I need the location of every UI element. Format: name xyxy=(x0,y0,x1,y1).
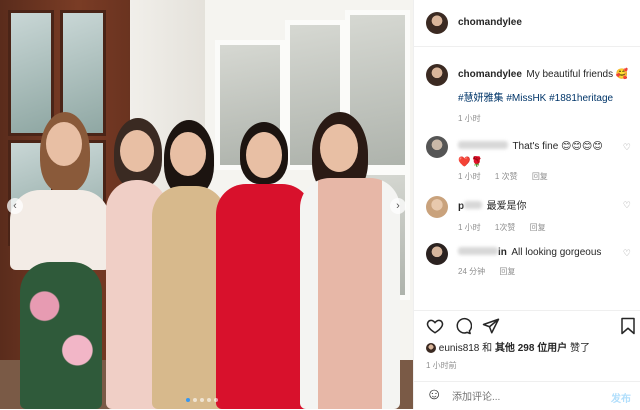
post-photo[interactable]: ‹ › xyxy=(0,0,413,409)
likes-conj: 和 xyxy=(482,343,493,354)
comment-input[interactable] xyxy=(450,388,594,406)
comment-time: 1 小时 xyxy=(458,223,481,232)
comment-text: That's fine 😊😊😊😊 xyxy=(512,141,603,152)
liker-avatar[interactable] xyxy=(426,343,436,354)
post-panel: chomandylee chomandylee My beautiful fri… xyxy=(413,0,640,409)
person-1 xyxy=(2,112,112,409)
comment-text: 最爱是你 xyxy=(486,201,527,212)
share-icon[interactable] xyxy=(482,317,500,335)
comment-text-line2: ❤️🌹 xyxy=(458,157,483,168)
comment-time: 1 小时 xyxy=(458,172,481,181)
carousel-indicator xyxy=(186,398,218,402)
likes-unit[interactable]: 位用户 xyxy=(537,343,567,354)
emoji-icon[interactable]: ☺ xyxy=(426,386,442,404)
comment-likes[interactable]: 1次赞 xyxy=(495,223,515,232)
comment-username-blurred[interactable] xyxy=(458,246,498,255)
comment-like-icon[interactable]: ♡ xyxy=(623,200,631,211)
next-photo-button[interactable]: › xyxy=(390,198,406,214)
prev-photo-button[interactable]: ‹ xyxy=(7,198,23,214)
likes-others[interactable]: 其他 xyxy=(495,343,515,354)
post-time: 1 小时前 xyxy=(426,361,457,370)
author-avatar[interactable] xyxy=(426,12,448,34)
likes-summary: eunis818 和 其他 298 位用户 赞了 xyxy=(426,339,590,354)
comment-time: 24 分钟 xyxy=(458,267,486,276)
likes-count[interactable]: 298 xyxy=(518,343,535,354)
comment-likes[interactable]: 1 次赞 xyxy=(495,172,518,181)
comment-avatar[interactable] xyxy=(426,136,448,158)
comment-text: All looking gorgeous xyxy=(511,247,602,258)
comment-icon[interactable] xyxy=(454,317,472,335)
comment-username-blurred[interactable] xyxy=(458,140,508,149)
heart-icon[interactable] xyxy=(426,317,444,335)
comment-reply[interactable]: 回复 xyxy=(530,223,546,232)
comment-reply[interactable]: 回复 xyxy=(499,267,515,276)
comment-like-icon[interactable]: ♡ xyxy=(623,142,631,153)
comment-username-blurred[interactable] xyxy=(464,200,483,209)
liker-username[interactable]: eunis818 xyxy=(439,343,480,354)
caption-text: My beautiful friends 🥰 xyxy=(526,69,629,80)
bookmark-icon[interactable] xyxy=(620,317,636,335)
author-username[interactable]: chomandylee xyxy=(458,17,522,28)
add-comment-bar: ☺ 发布 xyxy=(414,381,640,410)
comment-like-icon[interactable]: ♡ xyxy=(623,248,631,259)
caption-hashtags[interactable]: #慧妍雅集 #MissHK #1881heritage xyxy=(458,93,613,104)
person-5 xyxy=(300,112,402,409)
caption-avatar[interactable] xyxy=(426,64,448,86)
comment-reply[interactable]: 回复 xyxy=(532,172,548,181)
caption: chomandylee My beautiful friends 🥰 #慧妍雅集… xyxy=(458,66,634,126)
comment-avatar[interactable] xyxy=(426,196,448,218)
post-comment-button[interactable]: 发布 xyxy=(611,390,631,405)
action-bar xyxy=(414,310,640,339)
comment-username[interactable]: in xyxy=(498,247,507,258)
comment-avatar[interactable] xyxy=(426,243,448,265)
likes-suffix: 赞了 xyxy=(569,343,590,354)
caption-username[interactable]: chomandylee xyxy=(458,69,522,80)
caption-time: 1 小时 xyxy=(458,114,481,123)
post-header: chomandylee xyxy=(414,0,640,47)
